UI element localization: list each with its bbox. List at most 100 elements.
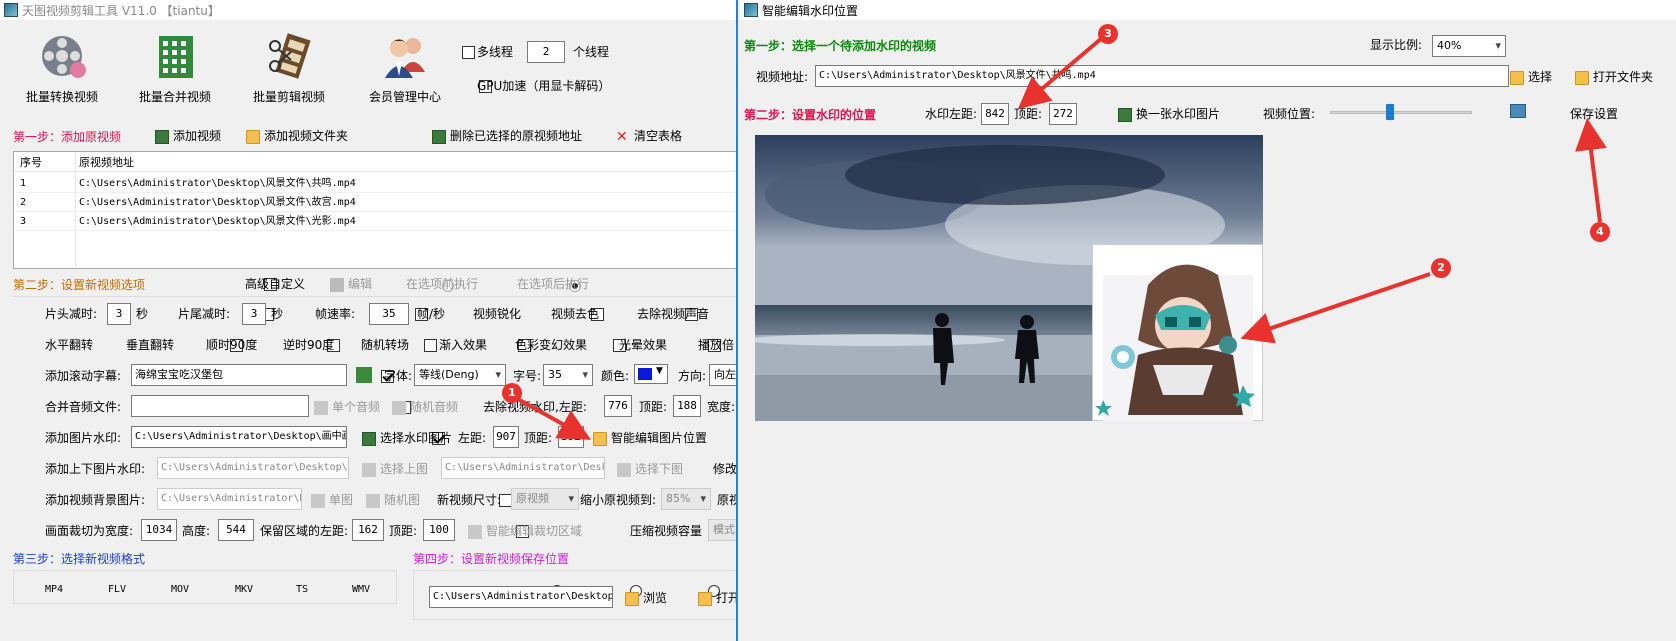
decolor-label: 视频去色 xyxy=(551,307,600,321)
image-icon xyxy=(311,493,325,508)
remove-wm-top-input[interactable]: 188 xyxy=(673,395,701,417)
multithread-checkbox[interactable] xyxy=(462,46,475,59)
img-wm-top-input[interactable]: 392 xyxy=(558,426,584,448)
bg-img-path-input[interactable]: C:\Users\Administrator\D xyxy=(157,488,302,510)
choose-bottom-button[interactable]: 选择下图 xyxy=(617,461,683,477)
browse-button[interactable]: 浏览 xyxy=(625,590,667,606)
img-wm-path-input[interactable]: C:\Users\Administrator\Desktop\画中画 xyxy=(131,426,347,448)
font-select[interactable]: 等线(Deng) xyxy=(414,364,506,386)
thread-unit-label: 个线程 xyxy=(573,45,610,59)
fps-unit-label: 帧/秒 xyxy=(417,307,446,321)
video-table[interactable]: 序号 原视频地址 1 C:\Users\Administrator\Deskto… xyxy=(13,151,736,269)
size-label: 字号: xyxy=(513,369,542,383)
preview-icon[interactable] xyxy=(1510,104,1526,118)
bottom-img-path-input[interactable]: C:\Users\Administrator\Desk xyxy=(441,457,605,479)
single-img-button[interactable]: 单图 xyxy=(311,492,353,508)
users-icon xyxy=(381,32,429,80)
table-cell-index: 1 xyxy=(20,178,27,189)
step1-label: 第一步：添加原视频 xyxy=(13,130,122,144)
keep-top-input[interactable]: 100 xyxy=(423,519,455,541)
batch-convert-button[interactable]: 批量转换视频 xyxy=(12,32,112,105)
mode-select[interactable]: 模式 xyxy=(708,519,736,541)
member-center-button[interactable]: 会员管理中心 xyxy=(355,32,455,105)
keep-left-input[interactable]: 162 xyxy=(352,519,384,541)
ratio-select[interactable]: 40% xyxy=(1432,35,1506,57)
single-audio-button[interactable]: 单个音频 xyxy=(314,399,380,415)
format-group xyxy=(13,570,397,604)
tail-cut-input[interactable]: 3 xyxy=(242,303,266,325)
video-pos-slider[interactable] xyxy=(1330,104,1472,120)
hand-icon xyxy=(468,524,482,539)
addr-input[interactable]: C:\Users\Administrator\Desktop\风景文件\共鸣.m… xyxy=(815,65,1509,87)
hflip-label: 水平翻转 xyxy=(45,338,94,352)
new-size-label: 新视频尺寸: xyxy=(437,493,502,507)
modify-label: 修改 xyxy=(713,462,738,476)
bg-img-label: 添加视频背景图片: xyxy=(45,493,146,507)
thread-count-input[interactable]: 2 xyxy=(527,41,565,63)
main-window: 天图视频剪辑工具 V11.0 【tiantu】 批量转换视频 批量合并视频 批量… xyxy=(0,0,738,641)
crop-height-input[interactable]: 544 xyxy=(218,519,254,541)
refresh-icon[interactable] xyxy=(356,367,372,383)
compress-label: 压缩视频容量 xyxy=(630,524,703,538)
clear-table-button[interactable]: ✕ 清空表格 xyxy=(616,128,682,144)
single-img-label: 单图 xyxy=(329,493,354,507)
table-cell-path: C:\Users\Administrator\Desktop\风景文件\故宫.m… xyxy=(79,197,356,208)
table-row[interactable]: 1 C:\Users\Administrator\Desktop\风景文件\共鸣… xyxy=(14,174,736,193)
image-icon xyxy=(617,462,631,477)
head-cut-input[interactable]: 3 xyxy=(107,303,131,325)
video-pos-label: 视频位置: xyxy=(1263,107,1316,121)
image-swap-icon xyxy=(1118,107,1132,122)
direction-select[interactable]: 向左 xyxy=(709,364,736,386)
table-row[interactable]: 2 C:\Users\Administrator\Desktop\风景文件\故宫… xyxy=(14,193,736,212)
color-picker[interactable]: ▼ xyxy=(634,364,668,384)
remove-wm-left-input[interactable]: 776 xyxy=(604,395,632,417)
fps-input[interactable]: 35 xyxy=(369,303,409,325)
shrink-select[interactable]: 85% xyxy=(661,488,711,510)
remove-audio-label: 去除视频声音 xyxy=(637,307,710,321)
choose-img-button[interactable]: 选择水印图片 xyxy=(362,430,452,446)
merge-audio-input[interactable] xyxy=(131,395,309,417)
step3-label: 第三步：选择新视频格式 xyxy=(13,552,146,566)
rotate-cw-label: 顺时90度 xyxy=(206,338,258,352)
scroll-sub-input[interactable]: 海绵宝宝吃汉堡包 xyxy=(131,364,347,386)
table-cell-path: C:\Users\Administrator\Desktop\风景文件\共鸣.m… xyxy=(79,178,356,189)
wm-choose-button[interactable]: 选择 xyxy=(1510,69,1552,85)
chevron-down-icon: ▼ xyxy=(656,366,663,376)
slider-thumb[interactable] xyxy=(1386,104,1394,120)
wm-left-input[interactable]: 842 xyxy=(981,103,1009,125)
add-folder-button[interactable]: 添加视频文件夹 xyxy=(246,128,348,144)
wm-step1-label: 第一步：选择一个待添加水印的视频 xyxy=(744,39,937,53)
edit-button[interactable]: 编辑 xyxy=(330,276,372,292)
wm-choose-label: 选择 xyxy=(1528,70,1553,84)
save-settings-button[interactable]: 保存设置 xyxy=(1570,106,1618,122)
new-size-select[interactable]: 原视频 xyxy=(511,488,579,510)
rotate-cw-checkbox[interactable] xyxy=(423,339,437,352)
batch-edit-button[interactable]: 批量剪辑视频 xyxy=(239,32,339,105)
choose-bottom-label: 选择下图 xyxy=(635,462,684,476)
wm-open-folder-button[interactable]: 打开文件夹 xyxy=(1575,69,1653,85)
img-wm-left-input[interactable]: 907 xyxy=(493,426,519,448)
random-audio-button[interactable]: 随机音频 xyxy=(392,399,458,415)
save-path-input[interactable]: C:\Users\Administrator\Desktop xyxy=(429,586,613,608)
watermark-image[interactable] xyxy=(1092,244,1263,421)
delete-selected-button[interactable]: 删除已选择的原视频地址 xyxy=(432,128,582,144)
wm-open-folder-label: 打开文件夹 xyxy=(1593,70,1654,84)
batch-merge-button[interactable]: 批量合并视频 xyxy=(125,32,225,105)
top-img-path-input[interactable]: C:\Users\Administrator\Desktop\画 xyxy=(157,457,349,479)
crop-label: 画面裁切为宽度: xyxy=(45,524,134,538)
size-select[interactable]: 35 xyxy=(543,364,593,386)
table-row[interactable]: 3 C:\Users\Administrator\Desktop\风景文件\光影… xyxy=(14,212,736,231)
member-center-label: 会员管理中心 xyxy=(368,90,441,104)
open-button[interactable]: 打开 xyxy=(698,590,736,606)
smart-edit-button[interactable]: 智能编辑图片位置 xyxy=(593,430,707,446)
video-preview[interactable] xyxy=(755,135,1263,421)
choose-top-button[interactable]: 选择上图 xyxy=(362,461,428,477)
add-video-button[interactable]: 添加视频 xyxy=(155,128,221,144)
smart-crop-button[interactable]: 智能编辑裁切区域 xyxy=(468,523,582,539)
wm-top-input[interactable]: 272 xyxy=(1049,103,1077,125)
swap-img-button[interactable]: 换一张水印图片 xyxy=(1118,106,1220,122)
crop-width-input[interactable]: 1034 xyxy=(141,519,177,541)
clear-table-label: 清空表格 xyxy=(634,129,683,143)
folder-icon xyxy=(625,591,639,606)
random-img-button[interactable]: 随机图 xyxy=(366,492,420,508)
